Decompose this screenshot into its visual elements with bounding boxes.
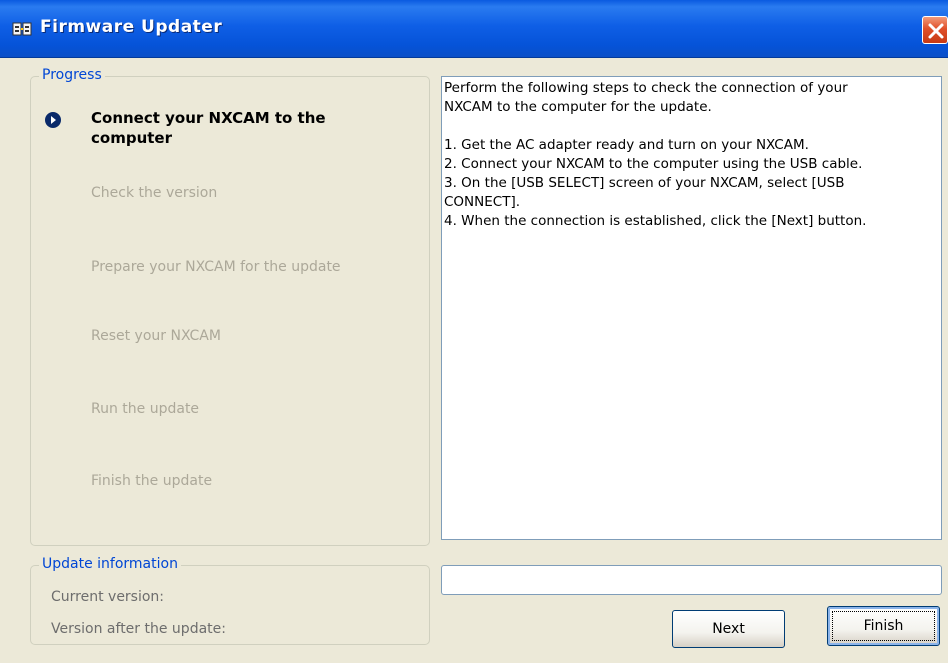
firmware-updater-app-icon xyxy=(12,20,32,38)
step-run-update: Run the update xyxy=(91,401,200,417)
next-button[interactable]: Next xyxy=(672,610,785,648)
update-information-legend: Update information xyxy=(39,556,181,572)
arrow-right-circle-icon xyxy=(44,111,62,129)
version-after-label: Version after the update: xyxy=(51,621,226,637)
title-bar[interactable]: Firmware Updater xyxy=(0,0,948,58)
step-finish-update: Finish the update xyxy=(91,473,213,489)
current-version-label: Current version: xyxy=(51,589,165,605)
finish-button[interactable]: Finish xyxy=(827,606,940,646)
progress-legend: Progress xyxy=(39,67,105,83)
close-button[interactable] xyxy=(922,16,948,44)
step-prepare: Prepare your NXCAM for the update xyxy=(91,259,341,275)
step-reset: Reset your NXCAM xyxy=(91,328,221,344)
step-check-version: Check the version xyxy=(91,185,218,201)
instructions-text-area[interactable]: Perform the following steps to check the… xyxy=(441,76,942,540)
close-icon xyxy=(928,23,944,39)
step-connect: Connect your NXCAM to the computer xyxy=(91,109,326,147)
update-progress-field xyxy=(441,565,942,595)
firmware-updater-window: Firmware Updater Progress Connect your N… xyxy=(0,0,948,663)
window-title: Firmware Updater xyxy=(40,17,223,37)
focus-rectangle xyxy=(832,611,935,641)
update-information-group: Update information Current version: Vers… xyxy=(30,556,430,645)
